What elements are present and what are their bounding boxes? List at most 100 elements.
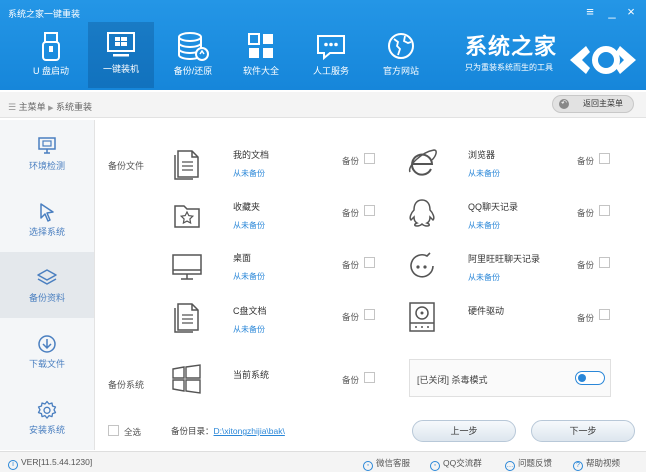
antivirus-mode-label: [已关闭] 杀毒模式 [417,375,488,385]
version-text: VER[11.5.44.1230] [21,457,93,467]
brand: 系统之家 只为重装系统而生的工具 [465,36,557,73]
cursor-select-icon [40,203,54,222]
sidebar-item-backup-data[interactable]: 备份资料 [0,252,94,318]
nav-backup-restore[interactable]: 备份/还原 [160,24,226,86]
sidebar-label: 安装系统 [28,425,65,435]
backup-system-label: 备份系统 [108,380,145,390]
backup-checkbox-hardware-drivers[interactable] [599,309,610,320]
backup-checkbox-favorites[interactable] [364,205,375,216]
item-status-c-drive-docs[interactable]: 从未备份 [233,324,265,335]
nav-software[interactable]: 软件大全 [228,24,294,86]
sidebar-item-select-system[interactable]: 选择系统 [0,186,94,252]
item-name-c-drive-docs: C盘文档 [233,306,267,316]
windows-logo-icon [172,364,201,394]
backup-label: 备份 [577,208,595,218]
c-drive-document-icon [174,303,199,333]
database-backup-icon [178,32,209,61]
prev-step-button[interactable]: 上一步 [412,420,516,442]
item-status-my-documents[interactable]: 从未备份 [233,168,265,179]
backup-checkbox-current-system[interactable] [364,372,375,383]
item-name-desktop: 桌面 [233,253,252,263]
backup-label: 备份 [342,260,360,270]
sidebar-label: 环境检测 [28,161,65,171]
hardware-driver-icon [409,302,435,332]
item-status-wangwang-history[interactable]: 从未备份 [468,272,500,283]
backup-label: 备份 [577,260,595,270]
list-icon: ☰ [8,102,17,112]
item-status-browser[interactable]: 从未备份 [468,168,500,179]
window-title: 系统之家一键重装 [8,9,81,19]
backup-checkbox-wangwang-history[interactable] [599,257,610,268]
nav-one-click-install[interactable]: 一键装机 [88,22,154,88]
qq-group-link[interactable]: ◦ QQ交流群 [430,457,482,471]
nav-usb-boot[interactable]: U 盘启动 [18,24,84,86]
item-name-hardware-drivers: 硬件驱动 [468,306,505,316]
toggle-knob [578,374,586,382]
feedback-icon: … [505,461,515,471]
sidebar-label: 下载文件 [28,359,65,369]
app-grid-icon [248,33,273,58]
brand-logo-icon [570,46,636,74]
nav-official-site[interactable]: 官方网站 [368,24,434,86]
wechat-icon: ◦ [363,461,373,471]
sidebar-label: 选择系统 [28,227,65,237]
ie-browser-icon [408,149,437,176]
nav-manual-service[interactable]: 人工服务 [298,24,364,86]
item-status-favorites[interactable]: 从未备份 [233,220,265,231]
info-icon: i [8,460,18,470]
nav-label: 一键装机 [102,64,139,74]
backup-checkbox-qq-history[interactable] [599,205,610,216]
minimize-button[interactable]: _ [605,5,619,19]
layers-backup-icon [37,269,57,285]
select-all-checkbox[interactable] [108,425,119,436]
document-icon [174,150,199,180]
qq-penguin-icon [409,199,435,227]
environment-check-icon [38,137,56,154]
backup-checkbox-desktop[interactable] [364,257,375,268]
nav-label: 软件大全 [242,66,279,76]
help-video-link[interactable]: ? 帮助视频 [573,457,620,471]
sidebar-label: 备份资料 [28,293,65,303]
wechat-service-link[interactable]: ◦ 微信客服 [363,457,410,471]
backup-checkbox-browser[interactable] [599,153,610,164]
backup-files-label: 备份文件 [108,161,145,171]
breadcrumb: ☰ 主菜单 ▶ 系统重装 ↶ 返回主菜单 [0,92,646,118]
menu-icon[interactable]: ≡ [583,5,597,19]
antivirus-mode-toggle[interactable] [575,371,605,385]
aliwangwang-icon [410,252,434,278]
close-button[interactable]: × [624,5,638,19]
backup-label: 备份 [342,375,360,385]
desktop-monitor-icon [172,254,202,280]
backup-label: 备份 [342,156,360,166]
back-button-label: 返回主菜单 [583,99,623,108]
backup-directory-link[interactable]: D:\xitongzhijia\bak\ [214,426,285,436]
backup-directory: 备份目录：D:\xitongzhijia\bak\ [171,425,285,437]
globe-icon [388,33,414,59]
version-info: i VER[11.5.44.1230] [8,457,92,470]
breadcrumb-home[interactable]: 主菜单 [19,102,46,112]
nav-label: 官方网站 [382,66,419,76]
sidebar-item-install-system[interactable]: 安装系统 [0,384,94,450]
help-video-label: 帮助视频 [586,458,621,468]
select-all-label: 全选 [124,427,142,437]
wechat-label: 微信客服 [376,458,411,468]
item-name-current-system: 当前系统 [233,370,270,380]
sidebar-item-download-files[interactable]: 下载文件 [0,318,94,384]
back-to-main-button[interactable]: ↶ 返回主菜单 [552,95,634,113]
monitor-windows-icon [107,32,135,57]
sidebar-item-env-check[interactable]: 环境检测 [0,120,94,186]
nav-label: U 盘启动 [32,66,69,76]
breadcrumb-current: 系统重装 [56,102,93,112]
sidebar: 环境检测 选择系统 备份资料 下载文件 安装系统 [0,120,95,450]
item-status-qq-history[interactable]: 从未备份 [468,220,500,231]
backup-checkbox-c-drive-docs[interactable] [364,309,375,320]
item-status-desktop[interactable]: 从未备份 [233,271,265,282]
breadcrumb-text: ☰ 主菜单 ▶ 系统重装 [8,100,92,113]
backup-label: 备份 [342,208,360,218]
feedback-link[interactable]: … 问题反馈 [505,457,552,471]
backup-label: 备份 [577,313,595,323]
usb-drive-icon [42,32,60,61]
backup-checkbox-my-documents[interactable] [364,153,375,164]
next-step-button[interactable]: 下一步 [531,420,635,442]
item-name-my-documents: 我的文档 [233,150,270,160]
